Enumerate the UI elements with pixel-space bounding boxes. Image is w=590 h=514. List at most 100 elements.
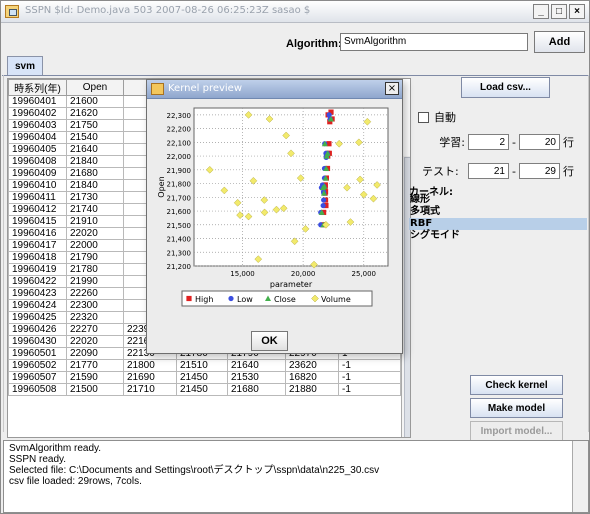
table-cell[interactable]: 19960425 (8, 311, 67, 324)
table-cell[interactable]: 21640 (66, 143, 124, 156)
table-cell[interactable]: -1 (338, 359, 401, 372)
table-cell[interactable]: 19960416 (8, 227, 67, 240)
table-cell[interactable]: 22020 (66, 335, 124, 348)
kernel-option-polynomial[interactable]: 多項式 (409, 206, 587, 218)
test-unit: 行 (562, 165, 574, 178)
make-model-button[interactable]: Make model (470, 398, 563, 418)
close-icon[interactable]: × (385, 82, 399, 95)
table-cell[interactable]: 21540 (66, 131, 124, 144)
table-cell[interactable]: 21750 (66, 119, 124, 132)
table-cell[interactable]: 21600 (66, 95, 124, 108)
table-row[interactable]: 19960507 21590 21690 21450 21530 16820 -1 (8, 371, 401, 384)
table-cell[interactable]: 21530 (227, 371, 286, 384)
test-to-input[interactable]: 29 (518, 163, 560, 179)
table-cell[interactable]: -1 (338, 371, 401, 384)
import-model-button[interactable]: Import model... (470, 421, 563, 441)
table-cell[interactable]: 19960502 (8, 359, 67, 372)
table-cell[interactable]: 21640 (227, 359, 286, 372)
table-cell[interactable]: 19960404 (8, 131, 67, 144)
table-cell[interactable]: 21840 (66, 155, 124, 168)
table-cell[interactable]: 19960403 (8, 119, 67, 132)
log-scrollbar[interactable] (572, 441, 588, 512)
table-cell[interactable]: 21710 (123, 383, 177, 396)
load-csv-button[interactable]: Load csv... (461, 77, 550, 98)
tab-svm[interactable]: svm (7, 56, 43, 75)
application-icon (5, 5, 19, 18)
table-header[interactable]: Open (66, 79, 124, 96)
auto-checkbox-row[interactable]: 自動 (418, 109, 456, 125)
table-cell[interactable]: 19960402 (8, 107, 67, 120)
table-cell[interactable]: 19960405 (8, 143, 67, 156)
test-from-input[interactable]: 21 (468, 163, 509, 179)
table-cell[interactable]: 22270 (66, 323, 124, 336)
table-cell[interactable]: 21990 (66, 275, 124, 288)
table-cell[interactable]: 21510 (176, 359, 228, 372)
table-cell[interactable]: 21790 (66, 251, 124, 264)
table-cell[interactable]: 21620 (66, 107, 124, 120)
table-cell[interactable]: 19960410 (8, 179, 67, 192)
add-button[interactable]: Add (534, 31, 585, 53)
table-cell[interactable]: 21500 (66, 383, 124, 396)
x-axis-label: parameter (270, 280, 313, 289)
table-cell[interactable]: 21800 (123, 359, 177, 372)
table-header[interactable]: 時系列(年) (8, 79, 67, 96)
kernel-option-linear[interactable]: 線形 (409, 194, 587, 206)
table-cell[interactable]: 22300 (66, 299, 124, 312)
kernel-option-sigmoid[interactable]: シグモイド (409, 230, 587, 242)
close-icon[interactable]: × (569, 4, 585, 19)
table-cell[interactable]: 19960417 (8, 239, 67, 252)
table-row[interactable]: 19960502 21770 21800 21510 21640 23620 -1 (8, 359, 401, 372)
table-cell[interactable]: 22020 (66, 227, 124, 240)
table-cell[interactable]: 19960411 (8, 191, 67, 204)
table-row[interactable]: 19960508 21500 21710 21450 21680 21880 -1 (8, 383, 401, 396)
table-cell[interactable]: 21770 (66, 359, 124, 372)
table-cell[interactable]: 21840 (66, 179, 124, 192)
table-cell[interactable]: 22320 (66, 311, 124, 324)
kernel-list[interactable]: 線形 多項式 RBF シグモイド (409, 194, 587, 242)
table-cell[interactable]: 21880 (285, 383, 339, 396)
maximize-icon[interactable]: □ (551, 4, 567, 19)
table-cell[interactable]: 21740 (66, 203, 124, 216)
ok-button[interactable]: OK (251, 331, 288, 351)
table-cell[interactable]: 19960412 (8, 203, 67, 216)
table-cell[interactable]: 21680 (66, 167, 124, 180)
auto-checkbox[interactable] (418, 111, 429, 123)
table-cell[interactable]: 21450 (176, 383, 228, 396)
table-cell[interactable]: 19960401 (8, 95, 67, 108)
table-cell[interactable]: 19960424 (8, 299, 67, 312)
check-kernel-button[interactable]: Check kernel (470, 375, 563, 395)
algorithm-input[interactable]: SvmAlgorithm (340, 33, 528, 51)
table-cell[interactable]: 19960501 (8, 347, 67, 360)
table-cell[interactable]: 19960422 (8, 275, 67, 288)
table-cell[interactable]: 19960418 (8, 251, 67, 264)
table-cell[interactable]: 19960419 (8, 263, 67, 276)
table-cell[interactable]: 19960426 (8, 323, 67, 336)
table-cell[interactable]: 16820 (285, 371, 339, 384)
table-cell[interactable]: 21590 (66, 371, 124, 384)
table-cell[interactable]: 21730 (66, 191, 124, 204)
table-cell[interactable]: 22090 (66, 347, 124, 360)
x-tick-label: 15,000 (230, 270, 255, 278)
table-cell[interactable]: 19960409 (8, 167, 67, 180)
table-cell[interactable]: 21680 (227, 383, 286, 396)
table-cell[interactable]: 21910 (66, 215, 124, 228)
table-cell[interactable]: 19960507 (8, 371, 67, 384)
table-cell[interactable]: -1 (338, 383, 401, 396)
table-cell[interactable]: 21780 (66, 263, 124, 276)
table-cell[interactable]: 21690 (123, 371, 177, 384)
kernel-option-rbf[interactable]: RBF (409, 218, 587, 230)
minimize-icon[interactable]: _ (533, 4, 549, 19)
table-cell[interactable]: 19960508 (8, 383, 67, 396)
legend-marker-high (186, 295, 192, 302)
log-console[interactable]: SvmAlgorithm ready. SSPN ready. Selected… (3, 440, 589, 513)
table-cell[interactable]: 22000 (66, 239, 124, 252)
table-cell[interactable]: 19960423 (8, 287, 67, 300)
table-cell[interactable]: 21450 (176, 371, 228, 384)
learning-from-input[interactable]: 2 (468, 134, 509, 150)
table-cell[interactable]: 22260 (66, 287, 124, 300)
learning-to-input[interactable]: 20 (518, 134, 560, 150)
table-cell[interactable]: 19960408 (8, 155, 67, 168)
table-cell[interactable]: 19960415 (8, 215, 67, 228)
table-cell[interactable]: 23620 (285, 359, 339, 372)
table-cell[interactable]: 19960430 (8, 335, 67, 348)
